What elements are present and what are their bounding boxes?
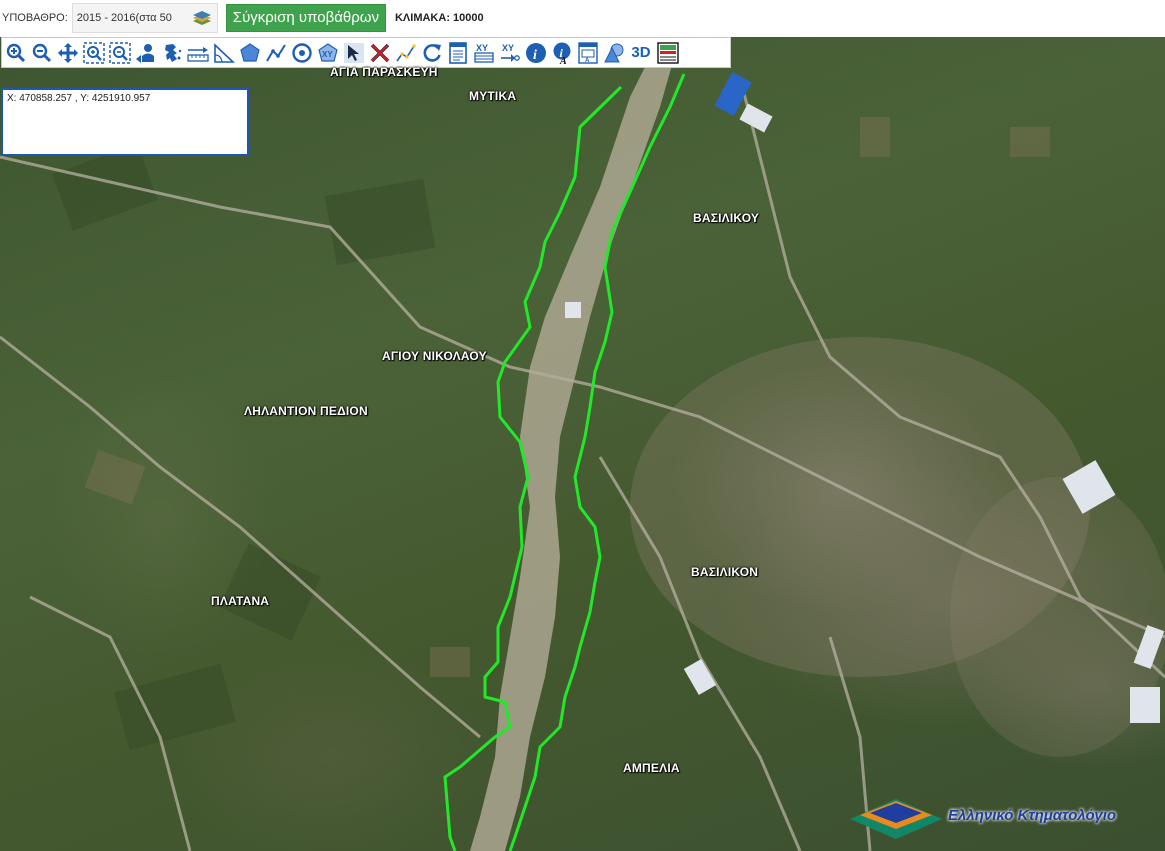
legend-tool[interactable] <box>656 41 680 65</box>
layers-tool[interactable] <box>602 41 626 65</box>
measure-distance-tool[interactable] <box>186 41 210 65</box>
shape-xy-icon: XY <box>318 42 338 62</box>
info-text-icon: iA <box>553 42 571 64</box>
draw-polygon-tool[interactable] <box>238 41 262 65</box>
draw-point-tool[interactable] <box>290 41 314 65</box>
info-label-tool[interactable]: iA <box>550 41 574 65</box>
document-list-icon <box>449 41 467 64</box>
ruler-icon <box>187 46 209 62</box>
pen-vertices-icon <box>396 44 416 61</box>
previous-view-tool[interactable] <box>134 41 158 65</box>
zoom-out-tool[interactable] <box>30 41 54 65</box>
full-extent-tool[interactable] <box>160 41 184 65</box>
info-icon: i <box>526 42 546 63</box>
polygon-icon <box>240 42 260 62</box>
print-tool[interactable]: A <box>576 41 600 65</box>
cursor-select-icon <box>344 42 364 63</box>
svg-text:A: A <box>585 58 590 64</box>
logo-text: Ελληνικό Κτηματολόγιο <box>948 807 1117 824</box>
target-icon <box>292 42 312 63</box>
place-label: ΒΑΣΙΛΙΚΟΥ <box>693 211 760 225</box>
cadastre-logo-icon <box>850 799 942 839</box>
measure-angle-tool[interactable] <box>212 41 236 65</box>
zoom-box-out-tool[interactable] <box>108 41 132 65</box>
move-arrows-icon <box>58 42 78 63</box>
scale-label: ΚΛΙΜΑΚΑ: 10000 <box>394 12 484 24</box>
pan-tool[interactable] <box>56 41 80 65</box>
place-label: ΑΓΙΟΥ ΝΙΚΟΛΑΟΥ <box>382 349 487 363</box>
layers-stack-icon[interactable] <box>191 9 213 27</box>
3d-tool[interactable]: 3D <box>628 41 654 65</box>
svg-text:XY: XY <box>502 43 514 53</box>
basemap-label: ΥΠΟΒΑΘΡΟ: <box>2 12 68 24</box>
xy-arrow-icon: XY <box>501 43 520 62</box>
clear-tool[interactable] <box>368 41 392 65</box>
xy-table-icon: XY <box>474 43 494 63</box>
triangle-ruler-icon <box>214 42 235 63</box>
top-bar: ΥΠΟΒΑΘΡΟ: 2015 - 2016(στα 50 Σύγκριση υπ… <box>0 0 1165 36</box>
3d-text-icon: 3D <box>631 44 651 61</box>
edit-vertices-tool[interactable] <box>394 41 418 65</box>
print-page-icon: A <box>578 41 598 64</box>
draw-shape-xy-tool[interactable]: XY <box>316 41 340 65</box>
refresh-tool[interactable] <box>420 41 444 65</box>
svg-text:XY: XY <box>476 43 488 53</box>
legend-icon <box>657 41 679 64</box>
basemap-value: 2015 - 2016(στα 50 <box>76 12 172 24</box>
zoom-box-out-icon <box>109 41 131 64</box>
map-view[interactable]: XY XY XY i iA A 3D X: 470858.257 , Y: 42… <box>0 37 1165 851</box>
refresh-icon <box>423 43 441 62</box>
ktimatologio-logo: Ελληνικό Κτηματολόγιο <box>846 785 1162 845</box>
zoom-box-in-tool[interactable] <box>82 41 106 65</box>
greece-map-icon <box>165 43 182 62</box>
compare-basemaps-button[interactable]: Σύγκριση υποβάθρων <box>225 4 386 32</box>
info-tool[interactable]: i <box>524 41 548 65</box>
basemap-select[interactable]: 2015 - 2016(στα 50 <box>71 3 218 33</box>
draw-line-tool[interactable] <box>264 41 288 65</box>
magnifier-plus-icon <box>6 43 26 62</box>
place-label: ΑΜΠΕΛΙΑ <box>623 761 680 775</box>
zoom-in-tool[interactable] <box>4 41 28 65</box>
list-tool[interactable] <box>446 41 470 65</box>
goto-xy-tool[interactable]: XY <box>498 41 522 65</box>
svg-text:A: A <box>559 56 567 64</box>
select-tool[interactable] <box>342 41 366 65</box>
user-arrow-icon <box>136 43 154 63</box>
place-label: ΛΗΛΑΝΤΙΟΝ ΠΕΔΙΟΝ <box>244 404 368 418</box>
map-imagery <box>0 37 1165 851</box>
place-label: ΑΓΙΑ ΠΑΡΑΣΚΕΥΗ <box>330 65 438 79</box>
place-label: ΜΥΤΙΚΑ <box>469 89 517 103</box>
svg-text:i: i <box>533 48 537 63</box>
map-toolbar: XY XY XY i iA A 3D <box>1 37 731 68</box>
svg-text:XY: XY <box>322 50 333 59</box>
zoom-box-in-icon <box>83 41 105 64</box>
place-label: ΒΑΣΙΛΙΚΟΝ <box>691 565 759 579</box>
place-label: ΠΛΑΤΑΝΑ <box>211 594 270 608</box>
magnifier-minus-icon <box>32 43 52 62</box>
xy-table-tool[interactable]: XY <box>472 41 496 65</box>
polyline-icon <box>266 43 286 62</box>
red-x-icon <box>370 43 390 62</box>
coordinate-readout: X: 470858.257 , Y: 4251910.957 <box>1 88 249 156</box>
layer-shapes-icon <box>604 43 624 62</box>
